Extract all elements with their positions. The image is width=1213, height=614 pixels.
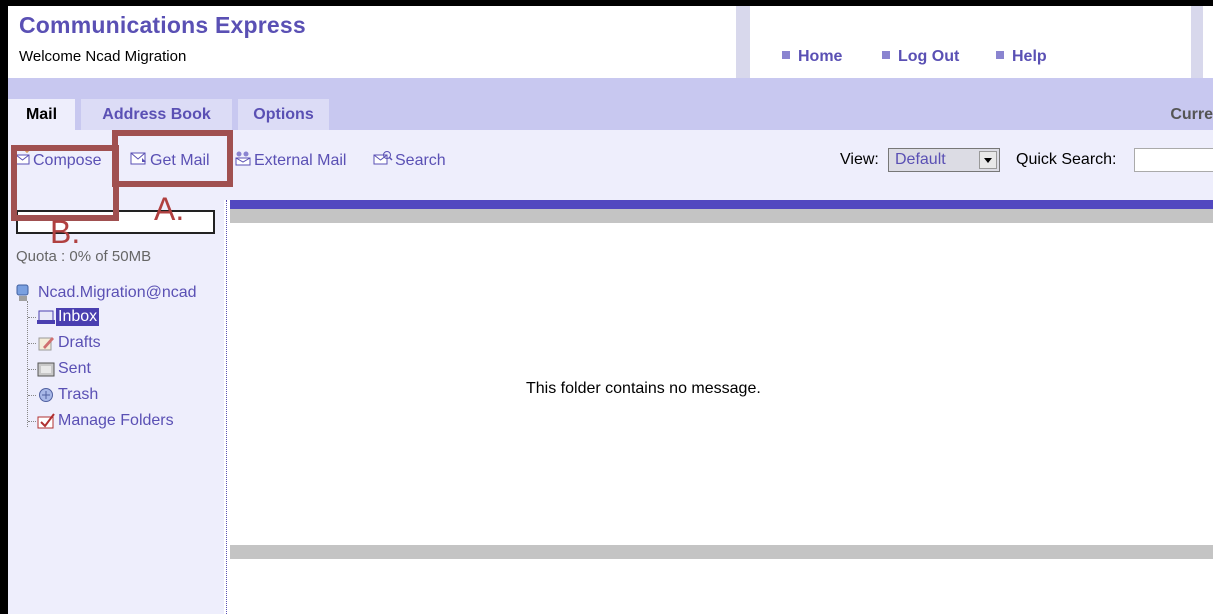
- folder-trash[interactable]: Trash: [28, 384, 100, 406]
- help-link-label: Help: [1012, 48, 1047, 65]
- bullet-icon: [882, 51, 890, 59]
- header-branding: Communications Express Welcome Ncad Migr…: [8, 6, 736, 78]
- tab-bar: Mail Address Book Options Curre: [8, 78, 1213, 130]
- annotation-box-a: [112, 130, 233, 187]
- tab-address-book[interactable]: Address Book: [81, 99, 232, 130]
- folder-label: Sent: [58, 360, 91, 377]
- list-header-bar: [230, 200, 1213, 209]
- folder-sidebar: Quota : 0% of 50MB Ncad.Migration@ncad I…: [8, 200, 224, 614]
- sent-icon: [36, 360, 56, 378]
- manage-folders-icon: [36, 412, 56, 430]
- external-mail-label: External Mail: [254, 151, 347, 169]
- search-mail-icon: [373, 150, 395, 171]
- list-footer-bar: [230, 545, 1213, 559]
- folder-sent[interactable]: Sent: [28, 358, 93, 380]
- view-select-value: Default: [895, 151, 946, 168]
- tab-mail[interactable]: Mail: [8, 99, 75, 130]
- view-select[interactable]: Default: [888, 148, 1000, 172]
- chevron-down-icon[interactable]: [979, 151, 997, 169]
- logout-link-label: Log Out: [898, 48, 960, 65]
- home-link[interactable]: Home: [782, 48, 842, 66]
- header-nav: Home Log Out Help: [750, 6, 1191, 78]
- search-label: Search: [395, 151, 446, 169]
- view-label: View:: [840, 151, 879, 168]
- search-button[interactable]: Search: [373, 150, 446, 171]
- message-list-pane: This folder contains no message.: [230, 200, 1213, 614]
- logout-link[interactable]: Log Out: [882, 48, 959, 66]
- quick-search-input[interactable]: [1134, 148, 1213, 172]
- folder-label: Drafts: [58, 334, 101, 351]
- folder-drafts[interactable]: Drafts: [28, 332, 103, 354]
- welcome-text: Welcome Ncad Migration: [19, 48, 187, 65]
- help-link[interactable]: Help: [996, 48, 1047, 66]
- tree-branch: [28, 368, 36, 370]
- home-link-label: Home: [798, 48, 843, 65]
- annotation-label-a: A.: [154, 191, 185, 227]
- quota-text: Quota : 0% of 50MB: [16, 248, 152, 265]
- list-header-gray: [230, 209, 1213, 223]
- inbox-icon: [36, 308, 56, 326]
- trash-icon: [36, 386, 56, 404]
- folder-label: Inbox: [56, 308, 100, 326]
- bullet-icon: [996, 51, 1004, 59]
- annotation-label-b: B.: [50, 214, 81, 250]
- folder-label: Trash: [58, 386, 99, 403]
- header-divider: [1191, 6, 1203, 78]
- empty-folder-message: This folder contains no message.: [526, 380, 761, 397]
- header-divider: [736, 6, 750, 78]
- tree-branch: [28, 420, 36, 422]
- annotation-box-b: [11, 145, 119, 221]
- account-node[interactable]: Ncad.Migration@ncad: [16, 284, 197, 302]
- account-icon: [16, 284, 29, 301]
- tab-options[interactable]: Options: [238, 99, 329, 130]
- tree-branch: [28, 394, 36, 396]
- tree-branch: [28, 342, 36, 344]
- header-end: [1203, 6, 1213, 78]
- app-title: Communications Express: [19, 12, 306, 38]
- folder-manage-folders[interactable]: Manage Folders: [28, 410, 176, 432]
- app-window: Communications Express Welcome Ncad Migr…: [8, 6, 1213, 614]
- account-label: Ncad.Migration@ncad: [38, 284, 197, 301]
- folder-label: Manage Folders: [58, 412, 174, 429]
- external-mail-button[interactable]: External Mail: [234, 150, 346, 171]
- tree-branch: [28, 316, 36, 318]
- folder-inbox[interactable]: Inbox: [28, 306, 100, 328]
- current-folder-label: Curre: [1170, 106, 1213, 123]
- external-mail-icon: [234, 150, 254, 171]
- drafts-icon: [36, 334, 56, 352]
- quick-search-label: Quick Search:: [1016, 151, 1117, 168]
- bullet-icon: [782, 51, 790, 59]
